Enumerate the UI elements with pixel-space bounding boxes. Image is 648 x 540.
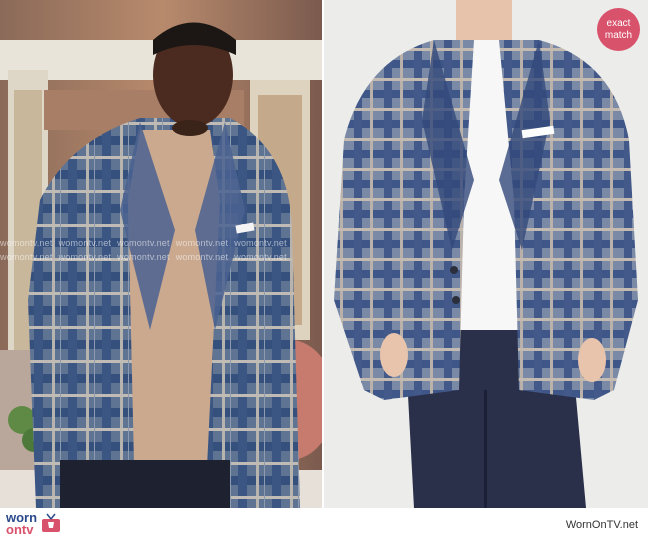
right-photo-illustration: [324, 0, 648, 508]
watermark-row: womontv.net womontv.net womontv.net womontv…: [0, 252, 287, 262]
right-photo: [324, 0, 648, 508]
tv-icon: [42, 513, 61, 532]
logo-text: worn ontv: [6, 511, 37, 537]
site-url[interactable]: WornOnTV.net: [566, 519, 638, 531]
watermark-row: womontv.net womontv.net womontv.net womontv…: [0, 238, 287, 248]
exact-match-badge: exact match: [597, 8, 640, 51]
logo-word-ontv: ontv: [6, 522, 34, 537]
wornontv-logo[interactable]: worn ontv: [6, 511, 62, 537]
badge-line1: exact: [606, 17, 631, 29]
footer-bar: [0, 508, 648, 540]
badge-line2: match: [604, 29, 633, 41]
left-photo: womontv.net womontv.net womontv.net womontv…: [0, 0, 324, 508]
